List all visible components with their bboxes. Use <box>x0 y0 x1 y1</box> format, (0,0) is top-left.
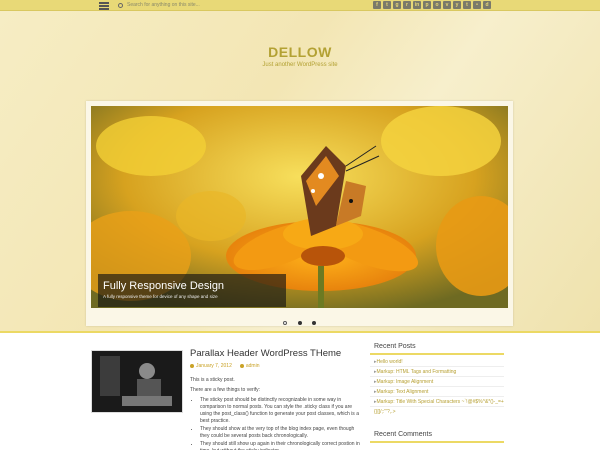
pinterest-icon[interactable]: p <box>423 1 431 9</box>
linkedin-icon[interactable]: in <box>413 1 421 9</box>
post-list-item: The sticky post should be distinctly rec… <box>200 397 360 425</box>
tumblr-icon[interactable]: t <box>463 1 471 9</box>
recent-post-link[interactable]: Markup: Title With Special Characters ~`… <box>370 397 504 415</box>
social-icons: f t g r in p o v y t • d <box>373 1 491 9</box>
recent-posts-title: Recent Posts <box>370 343 504 355</box>
thumbnail-photo <box>92 351 182 412</box>
post-excerpt: This is a sticky post. There are a few t… <box>190 377 360 450</box>
menu-icon[interactable] <box>99 2 109 10</box>
post-lead: There are a few things to verify: <box>190 387 261 393</box>
recent-comments-title: Recent Comments <box>370 431 504 443</box>
twitter-icon[interactable]: t <box>383 1 391 9</box>
post-meta: January 7, 2012 admin <box>190 363 259 369</box>
youtube-icon[interactable]: y <box>453 1 461 9</box>
recent-posts-list: Hello world! Markup: HTML Tags and Forma… <box>370 357 504 415</box>
slide-caption-title: Fully Responsive Design <box>103 280 225 292</box>
recent-post-link[interactable]: Markup: Image Alignment <box>370 377 504 387</box>
site-tagline: Just another WordPress site <box>262 62 338 68</box>
user-icon <box>239 364 244 368</box>
slide-caption: Fully Responsive Design A fully responsi… <box>98 274 286 307</box>
recent-post-link[interactable]: Hello world! <box>370 357 504 367</box>
post-intro: This is a sticky post. <box>190 377 235 383</box>
slide-caption-subtitle: A fully responsive theme for device of a… <box>103 294 218 299</box>
post-date[interactable]: January 7, 2012 <box>190 363 232 369</box>
site-title[interactable]: DELLOW <box>0 44 600 60</box>
vimeo-icon[interactable]: v <box>443 1 451 9</box>
flickr-icon[interactable]: • <box>473 1 481 9</box>
slide-image[interactable]: Fully Responsive Design A fully responsi… <box>91 106 508 308</box>
top-bar: Search for anything on this site... f t … <box>0 0 600 11</box>
search-placeholder: Search for anything on this site... <box>127 2 200 8</box>
search-icon <box>118 3 123 8</box>
search-input[interactable]: Search for anything on this site... <box>118 1 268 10</box>
post-title[interactable]: Parallax Header WordPress THeme <box>190 348 341 359</box>
post-author[interactable]: admin <box>239 363 259 369</box>
recent-post-link[interactable]: Markup: HTML Tags and Formatting <box>370 367 504 377</box>
instagram-icon[interactable]: o <box>433 1 441 9</box>
slider-dot-2[interactable] <box>297 321 302 325</box>
image-slider: Fully Responsive Design A fully responsi… <box>86 101 513 326</box>
post-list-item: They should still show up again in their… <box>200 441 360 450</box>
slider-dot-3[interactable] <box>311 321 316 325</box>
slider-dot-1[interactable] <box>283 321 288 325</box>
google-plus-icon[interactable]: g <box>393 1 401 9</box>
post-list-item: They should show at the very top of the … <box>200 426 360 440</box>
post-thumbnail[interactable] <box>91 350 183 413</box>
recent-post-link[interactable]: Markup: Text Alignment <box>370 387 504 397</box>
slider-pagination <box>86 312 513 330</box>
dribbble-icon[interactable]: d <box>483 1 491 9</box>
rss-icon[interactable]: r <box>403 1 411 9</box>
facebook-icon[interactable]: f <box>373 1 381 9</box>
calendar-icon <box>190 364 194 368</box>
